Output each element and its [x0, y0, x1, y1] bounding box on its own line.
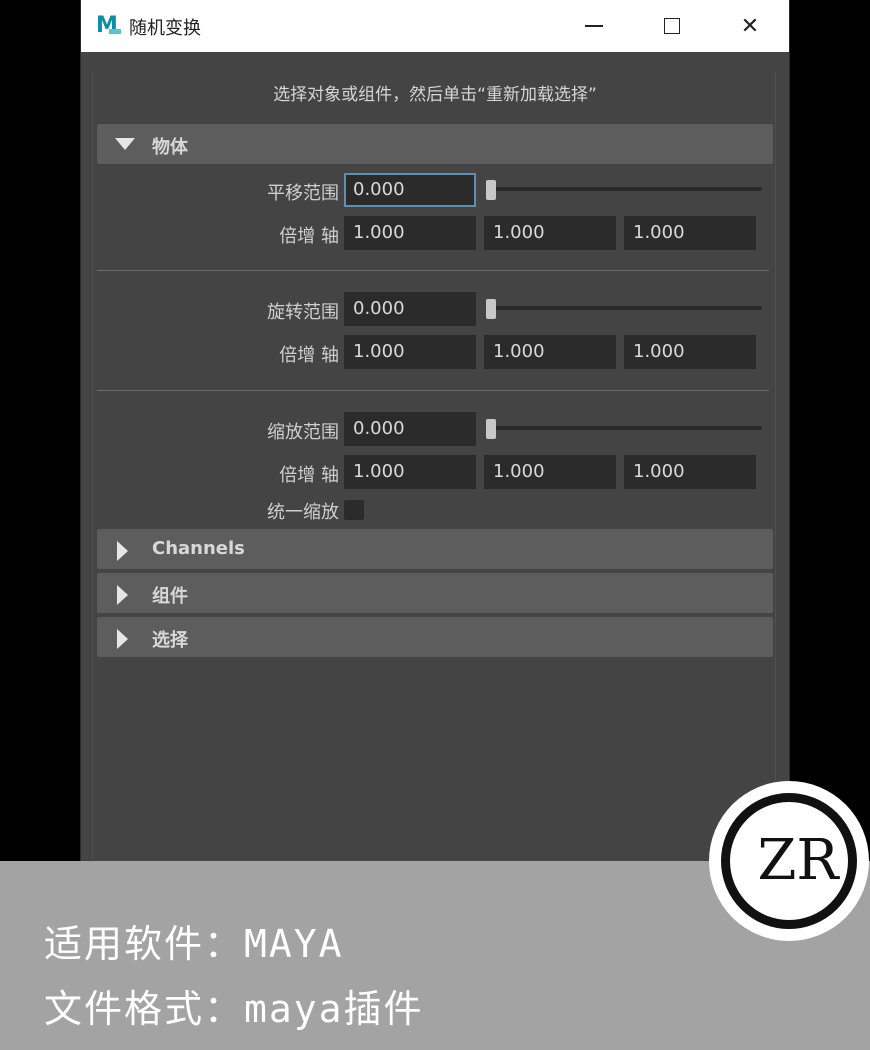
rotate-range-label: 旋转范围 [267, 302, 339, 323]
maximize-icon [664, 18, 680, 34]
section-header-selection[interactable]: 选择 [97, 617, 773, 657]
banner-format-line: 文件格式：maya插件 [44, 987, 424, 1031]
scale-range-label: 缩放范围 [267, 422, 339, 443]
logo-text: ZR [757, 828, 839, 893]
scale-axis-y-input[interactable]: 1.000 [484, 455, 616, 489]
translate-range-label: 平移范围 [267, 183, 339, 204]
minimize-icon [585, 25, 603, 27]
scale-axis-x-input[interactable]: 1.000 [344, 455, 476, 489]
uniform-scale-checkbox[interactable] [344, 500, 364, 520]
left-border-rule [92, 72, 93, 892]
section-divider [97, 390, 769, 391]
translate-range-input[interactable]: 0.000 [344, 173, 476, 207]
close-button[interactable]: ✕ [711, 0, 789, 52]
translate-axis-y-input[interactable]: 1.000 [484, 216, 616, 250]
instruction-text: 选择对象或组件，然后单击“重新加载选择” [273, 85, 597, 105]
rotate-axis-label: 倍增 轴 [279, 345, 339, 366]
collapse-arrow-icon [115, 138, 135, 150]
section-label-objects: 物体 [152, 137, 188, 158]
translate-axis-label: 倍增 轴 [279, 226, 339, 247]
maximize-button[interactable] [633, 0, 711, 52]
section-divider [97, 270, 769, 271]
minimize-button[interactable] [555, 0, 633, 52]
random-transform-window: M 随机变换 ✕ 选择对象或组件，然后单击“重新加载选择” 物体 平移范围 0.… [80, 0, 790, 900]
translate-axis-x-input[interactable]: 1.000 [344, 216, 476, 250]
rotate-axis-z-input[interactable]: 1.000 [624, 335, 756, 369]
expand-arrow-icon [117, 585, 128, 605]
rotate-slider-handle[interactable] [486, 299, 496, 319]
rotate-range-input[interactable]: 0.000 [344, 292, 476, 326]
zr-logo: ZR [709, 781, 869, 941]
rotate-axis-x-input[interactable]: 1.000 [344, 335, 476, 369]
scale-axis-label: 倍增 轴 [279, 465, 339, 486]
section-label-components: 组件 [152, 586, 188, 607]
scale-range-input[interactable]: 0.000 [344, 412, 476, 446]
right-border-rule [775, 72, 776, 892]
scale-range-slider[interactable] [486, 426, 762, 430]
maya-app-icon: M [96, 13, 121, 39]
uniform-scale-label: 统一缩放 [267, 502, 339, 523]
section-header-objects[interactable]: 物体 [97, 124, 773, 164]
window-title: 随机变换 [129, 18, 201, 39]
expand-arrow-icon [117, 541, 128, 561]
translate-range-slider[interactable] [486, 187, 762, 191]
translate-axis-z-input[interactable]: 1.000 [624, 216, 756, 250]
section-label-selection: 选择 [152, 630, 188, 651]
scale-slider-handle[interactable] [486, 419, 496, 439]
section-header-components[interactable]: 组件 [97, 573, 773, 613]
rotate-range-slider[interactable] [486, 306, 762, 310]
rotate-axis-y-input[interactable]: 1.000 [484, 335, 616, 369]
banner-software-line: 适用软件：MAYA [44, 922, 344, 966]
section-label-channels: Channels [152, 538, 245, 559]
title-bar[interactable]: M 随机变换 ✕ [81, 0, 789, 52]
scale-axis-z-input[interactable]: 1.000 [624, 455, 756, 489]
close-icon: ✕ [740, 13, 760, 39]
section-header-channels[interactable]: Channels [97, 529, 773, 569]
window-content: 选择对象或组件，然后单击“重新加载选择” 物体 平移范围 0.000 倍增 轴 … [81, 52, 789, 900]
expand-arrow-icon [117, 629, 128, 649]
translate-slider-handle[interactable] [486, 180, 496, 200]
